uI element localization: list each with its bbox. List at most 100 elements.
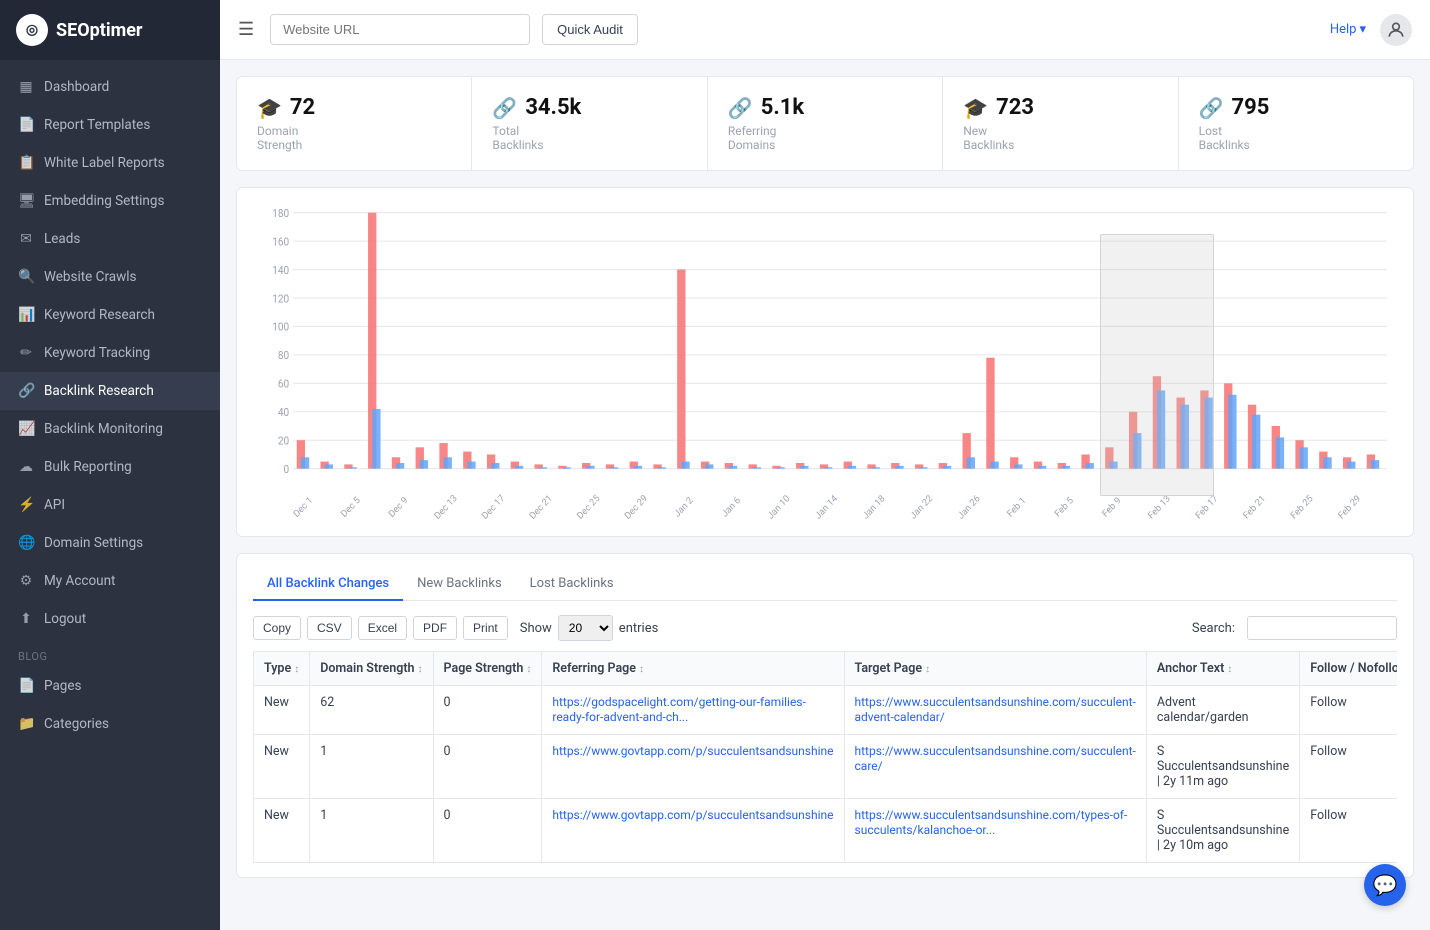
sort-icon: ↕: [294, 664, 299, 675]
leads-icon: ✉: [18, 231, 34, 247]
target-page-link-0[interactable]: https://www.succulentsandsunshine.com/su…: [855, 695, 1136, 724]
table-row: New10https://www.govtapp.com/p/succulent…: [254, 735, 1398, 799]
sidebar-item-backlink-monitoring[interactable]: 📈Backlink Monitoring: [0, 410, 220, 448]
report-templates-icon: 📄: [18, 117, 34, 133]
col-header-target-page[interactable]: Target Page↕: [844, 652, 1146, 686]
csv-button[interactable]: CSV: [307, 616, 352, 640]
url-input[interactable]: [270, 14, 530, 45]
sidebar-label-embedding-settings: Embedding Settings: [44, 193, 164, 209]
stat-card-lost-backlinks: 🔗 795 LostBacklinks: [1179, 77, 1413, 170]
col-header-anchor-text[interactable]: Anchor Text↕: [1146, 652, 1299, 686]
sidebar-item-keyword-tracking[interactable]: ✏Keyword Tracking: [0, 334, 220, 372]
entries-select[interactable]: 2050100: [558, 615, 613, 641]
search-input[interactable]: [1247, 616, 1397, 640]
col-header-page-strength[interactable]: Page Strength↕: [433, 652, 542, 686]
pdf-button[interactable]: PDF: [413, 616, 457, 640]
sort-icon: ↕: [639, 664, 644, 675]
blog-section-label: Blog: [0, 638, 220, 667]
cell-2-page-strength: 0: [433, 799, 542, 863]
chat-bubble[interactable]: 💬: [1364, 864, 1406, 906]
svg-text:80: 80: [278, 349, 289, 362]
logo: ◎ SEOptimer: [0, 0, 220, 60]
api-icon: ⚡: [18, 497, 34, 513]
tab-all-backlink-changes[interactable]: All Backlink Changes: [253, 568, 403, 601]
stat-card-domain-strength: 🎓 72 DomainStrength: [237, 77, 472, 170]
sort-icon: ↕: [1227, 664, 1232, 675]
svg-text:Jan 6: Jan 6: [720, 495, 743, 520]
cell-2-target-page: https://www.succulentsandsunshine.com/ty…: [844, 799, 1146, 863]
cell-0-type: New: [254, 686, 310, 735]
col-header-domain-strength[interactable]: Domain Strength↕: [310, 652, 433, 686]
svg-text:180: 180: [272, 207, 289, 220]
print-button[interactable]: Print: [463, 616, 508, 640]
excel-button[interactable]: Excel: [358, 616, 407, 640]
table-controls: Copy CSV Excel PDF Print Show 2050100 en…: [253, 615, 1397, 641]
sidebar-item-api[interactable]: ⚡API: [0, 486, 220, 524]
search-label: Search:: [1192, 621, 1235, 636]
svg-text:Dec 1: Dec 1: [292, 495, 316, 520]
sidebar-item-domain-settings[interactable]: 🌐Domain Settings: [0, 524, 220, 562]
header-right: Help ▾: [1330, 14, 1412, 46]
referring-page-link-1[interactable]: https://www.govtapp.com/p/succulentsands…: [552, 744, 833, 758]
referring-page-link-2[interactable]: https://www.govtapp.com/p/succulentsands…: [552, 808, 833, 822]
backlinks-table: Type↕Domain Strength↕Page Strength↕Refer…: [253, 651, 1397, 863]
col-header-referring-page[interactable]: Referring Page↕: [542, 652, 844, 686]
logout-icon: ⬆: [18, 611, 34, 627]
cell-2-referring-page: https://www.govtapp.com/p/succulentsands…: [542, 799, 844, 863]
svg-text:Dec 29: Dec 29: [623, 493, 650, 522]
svg-text:Dec 25: Dec 25: [575, 493, 602, 522]
tab-lost-backlinks[interactable]: Lost Backlinks: [516, 568, 628, 601]
tab-new-backlinks[interactable]: New Backlinks: [403, 568, 516, 601]
svg-text:Jan 22: Jan 22: [908, 493, 935, 521]
table-row: New620https://godspacelight.com/getting-…: [254, 686, 1398, 735]
sidebar-item-dashboard[interactable]: ▦Dashboard: [0, 68, 220, 106]
svg-text:Feb 1: Feb 1: [1005, 495, 1028, 520]
keyword-tracking-icon: ✏: [18, 345, 34, 361]
cell-1-target-page: https://www.succulentsandsunshine.com/su…: [844, 735, 1146, 799]
col-header-follow-nofollow[interactable]: Follow / Nofollow↕: [1300, 652, 1397, 686]
target-page-link-1[interactable]: https://www.succulentsandsunshine.com/su…: [855, 744, 1136, 773]
user-avatar[interactable]: [1380, 14, 1412, 46]
sidebar-item-my-account[interactable]: ⚙My Account: [0, 562, 220, 600]
stats-row: 🎓 72 DomainStrength 🔗 34.5k TotalBacklin…: [236, 76, 1414, 171]
content-area: 🎓 72 DomainStrength 🔗 34.5k TotalBacklin…: [220, 60, 1430, 930]
sidebar-item-report-templates[interactable]: 📄Report Templates: [0, 106, 220, 144]
help-button[interactable]: Help ▾: [1330, 22, 1366, 37]
svg-text:Dec 17: Dec 17: [480, 493, 507, 522]
sidebar-item-keyword-research[interactable]: 📊Keyword Research: [0, 296, 220, 334]
sidebar-item-pages[interactable]: 📄Pages: [0, 667, 220, 705]
sidebar-item-leads[interactable]: ✉Leads: [0, 220, 220, 258]
referring-domains-label: ReferringDomains: [728, 124, 922, 152]
sidebar-item-embedding-settings[interactable]: 🖥Embedding Settings: [0, 182, 220, 220]
sidebar-label-website-crawls: Website Crawls: [44, 269, 137, 285]
sidebar-item-logout[interactable]: ⬆ Logout: [0, 600, 220, 638]
sidebar-item-bulk-reporting[interactable]: ☁Bulk Reporting: [0, 448, 220, 486]
referring-domains-value: 5.1k: [761, 95, 804, 120]
svg-text:40: 40: [278, 406, 289, 419]
col-header-type[interactable]: Type↕: [254, 652, 310, 686]
show-label: Show: [520, 621, 552, 636]
lost-backlinks-icon: 🔗: [1199, 96, 1224, 120]
total-backlinks-icon: 🔗: [492, 96, 517, 120]
quick-audit-button[interactable]: Quick Audit: [542, 14, 638, 45]
copy-button[interactable]: Copy: [253, 616, 301, 640]
svg-text:120: 120: [272, 292, 289, 305]
logo-text: SEOptimer: [56, 20, 143, 41]
sidebar-item-backlink-research[interactable]: 🔗Backlink Research: [0, 372, 220, 410]
referring-page-link-0[interactable]: https://godspacelight.com/getting-our-fa…: [552, 695, 805, 724]
svg-text:Dec 13: Dec 13: [432, 493, 459, 522]
entries-label: entries: [619, 621, 659, 636]
svg-text:Feb 25: Feb 25: [1289, 493, 1316, 521]
sidebar-item-white-label-reports[interactable]: 📋White Label Reports: [0, 144, 220, 182]
my-account-icon: ⚙: [18, 573, 34, 589]
sidebar-label-logout: Logout: [44, 611, 86, 627]
target-page-link-2[interactable]: https://www.succulentsandsunshine.com/ty…: [855, 808, 1128, 837]
table-row: New10https://www.govtapp.com/p/succulent…: [254, 799, 1398, 863]
sort-icon: ↕: [925, 664, 930, 675]
sidebar-item-categories[interactable]: 📁Categories: [0, 705, 220, 743]
svg-text:20: 20: [278, 434, 289, 447]
main-area: ☰ Quick Audit Help ▾ 🎓 72 DomainStrength…: [220, 0, 1430, 930]
hamburger-icon[interactable]: ☰: [238, 19, 254, 40]
new-backlinks-label: NewBacklinks: [963, 124, 1157, 152]
sidebar-item-website-crawls[interactable]: 🔍Website Crawls: [0, 258, 220, 296]
